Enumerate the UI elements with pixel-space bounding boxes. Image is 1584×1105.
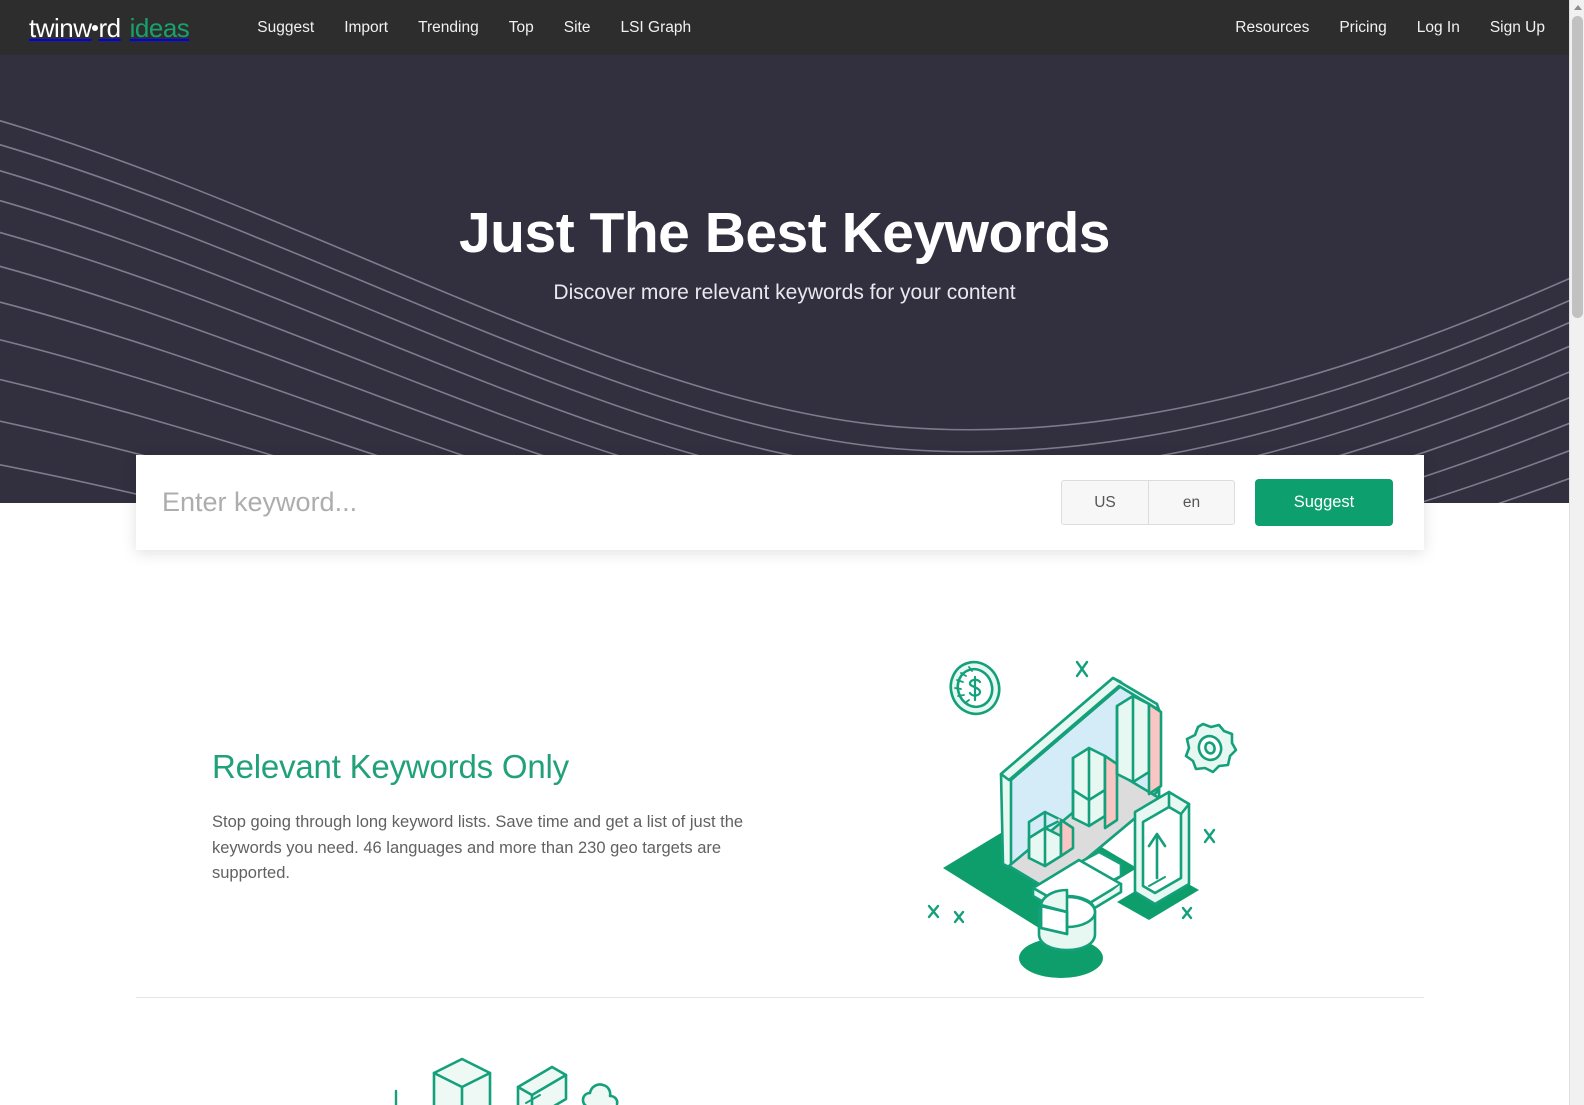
feature-illustration — [921, 640, 1261, 980]
feature-bottom-illustration — [380, 1055, 640, 1105]
secondary-nav-links: Resources Pricing Log In Sign Up — [1235, 19, 1545, 37]
top-navigation-bar: twinw rd ideas Suggest Import Trending T… — [0, 0, 1569, 55]
feature-text-block: Relevant Keywords Only Stop going throug… — [212, 748, 757, 887]
language-select[interactable]: en — [1148, 480, 1235, 525]
page-scrollbar[interactable] — [1569, 0, 1584, 1105]
nav-item-pricing[interactable]: Pricing — [1339, 19, 1386, 37]
nav-item-suggest[interactable]: Suggest — [257, 19, 314, 37]
primary-nav-links: Suggest Import Trending Top Site LSI Gra… — [257, 19, 691, 37]
nav-item-site[interactable]: Site — [564, 19, 591, 37]
keyword-search-card: US en Suggest — [136, 455, 1424, 550]
scrollbar-thumb[interactable] — [1572, 16, 1583, 318]
scrollbar-up-arrow-icon[interactable] — [1570, 0, 1584, 14]
hero-wave-background-decoration — [0, 119, 1569, 503]
feature-title: Relevant Keywords Only — [212, 748, 569, 785]
suggest-submit-button[interactable]: Suggest — [1255, 479, 1393, 526]
isometric-analytics-monitor-icon — [927, 660, 1238, 978]
isometric-box-and-card-icon — [394, 1057, 619, 1105]
country-select[interactable]: US — [1061, 480, 1148, 525]
brand-logo-text-primary-tail: rd — [98, 12, 122, 43]
nav-item-sign-up[interactable]: Sign Up — [1490, 19, 1545, 37]
nav-item-resources[interactable]: Resources — [1235, 19, 1309, 37]
hero-subtitle: Discover more relevant keywords for your… — [553, 281, 1016, 304]
nav-item-top[interactable]: Top — [509, 19, 534, 37]
nav-item-trending[interactable]: Trending — [418, 19, 479, 37]
keyword-search-input[interactable] — [162, 487, 1061, 518]
page-root: twinw rd ideas Suggest Import Trending T… — [0, 0, 1584, 1105]
nav-item-lsi-graph[interactable]: LSI Graph — [620, 19, 691, 37]
brand-logo[interactable]: twinw rd ideas — [29, 12, 190, 43]
feature-section-relevant-keywords: Relevant Keywords Only Stop going throug… — [136, 620, 1424, 998]
brand-logo-dot-icon — [91, 24, 98, 31]
brand-logo-text-primary: twinw — [29, 12, 92, 43]
brand-logo-text-secondary: ideas — [129, 12, 190, 43]
nav-item-log-in[interactable]: Log In — [1417, 19, 1460, 37]
hero-title: Just The Best Keywords — [458, 201, 1111, 265]
feature-description: Stop going through long keyword lists. S… — [212, 813, 744, 883]
section-divider — [136, 997, 1424, 998]
browser-viewport: twinw rd ideas Suggest Import Trending T… — [0, 0, 1569, 1105]
hero-banner: Just The Best Keywords Discover more rel… — [0, 55, 1569, 503]
locale-selector-group: US en — [1061, 480, 1235, 525]
nav-item-import[interactable]: Import — [344, 19, 388, 37]
